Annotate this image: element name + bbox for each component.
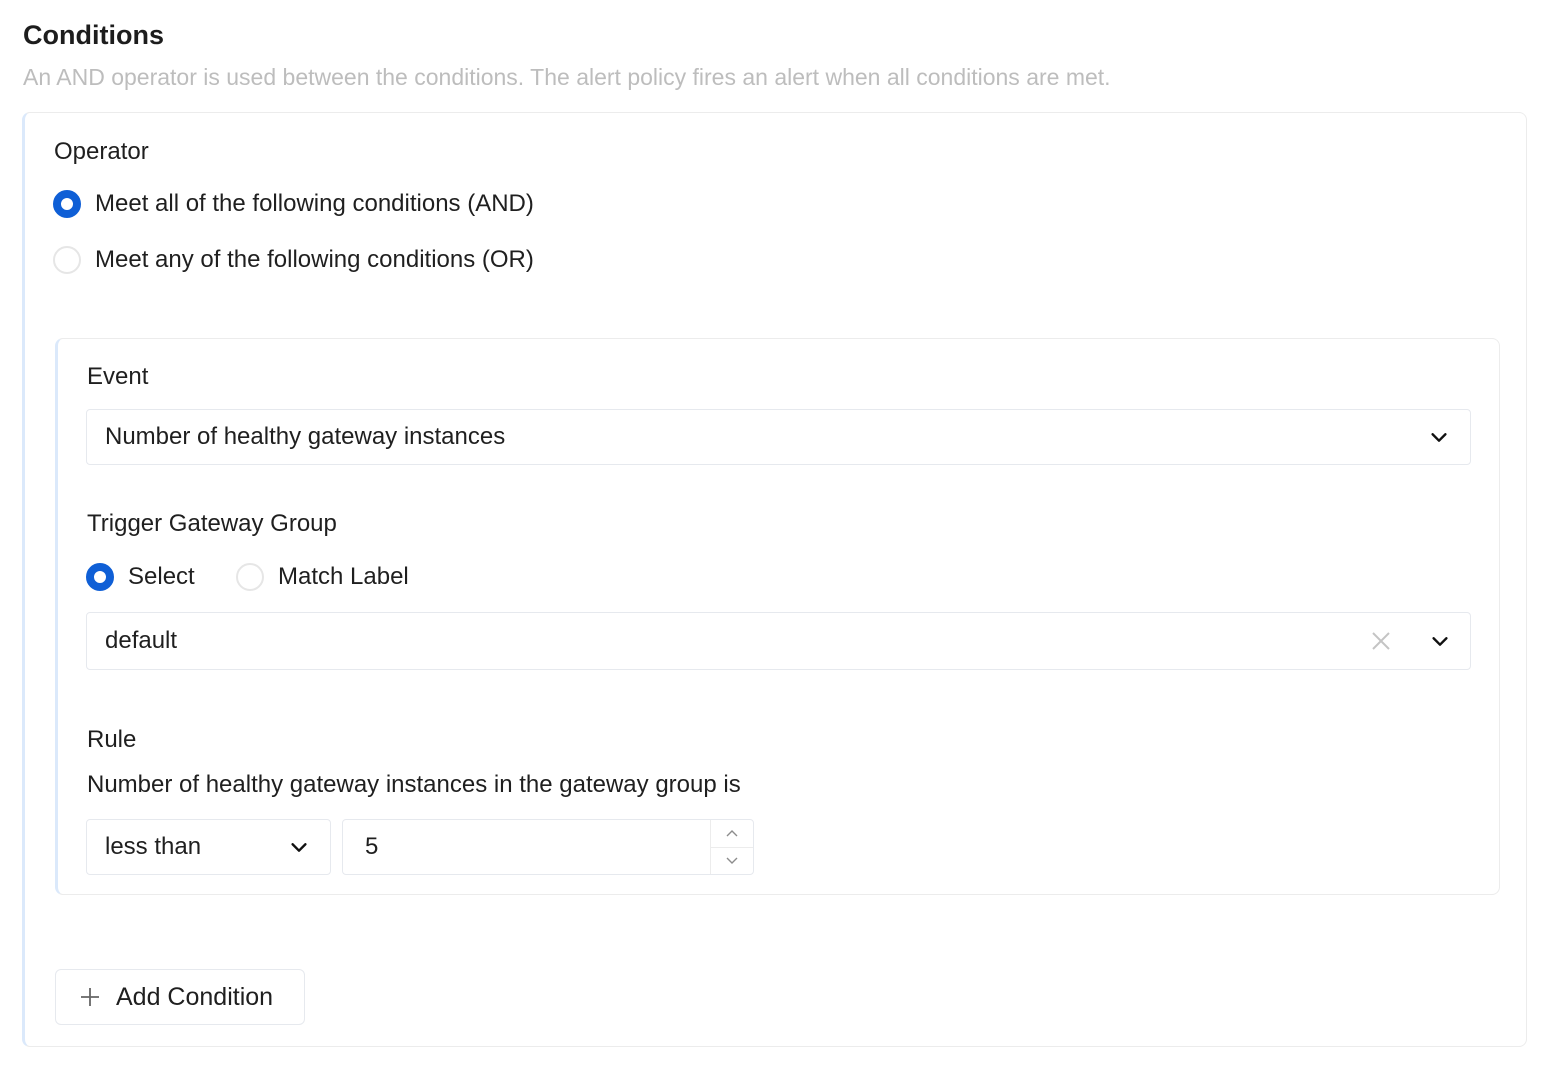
- chevron-down-icon: [726, 857, 738, 864]
- add-condition-label: Add Condition: [116, 982, 274, 1011]
- radio-or[interactable]: [53, 246, 81, 274]
- conditions-card: Operator Meet all of the following condi…: [22, 112, 1527, 1047]
- comparator-select[interactable]: less than: [86, 819, 331, 875]
- threshold-input-value[interactable]: 5: [343, 820, 710, 874]
- event-select-value: Number of healthy gateway instances: [105, 423, 506, 450]
- operator-option-or[interactable]: Meet any of the following conditions (OR…: [53, 246, 534, 274]
- radio-match-label[interactable]: [236, 563, 264, 591]
- gateway-group-select[interactable]: default: [86, 612, 1471, 670]
- chevron-up-icon: [726, 830, 738, 837]
- trigger-gateway-group-label: Trigger Gateway Group: [87, 510, 337, 537]
- increment-button[interactable]: [711, 820, 753, 847]
- plus-icon: [81, 988, 99, 1006]
- comparator-select-value: less than: [105, 833, 202, 860]
- trigger-mode-match-label-label: Match Label: [278, 563, 409, 590]
- operator-label: Operator: [54, 138, 149, 165]
- section-description: An AND operator is used between the cond…: [23, 64, 1111, 90]
- operator-option-and-label: Meet all of the following conditions (AN…: [95, 190, 534, 217]
- operator-option-or-label: Meet any of the following conditions (OR…: [95, 246, 534, 273]
- chevron-down-icon: [1432, 637, 1448, 646]
- rule-label: Rule: [87, 726, 137, 753]
- gateway-group-select-value: default: [105, 627, 178, 654]
- threshold-input[interactable]: 5: [342, 819, 754, 875]
- event-label: Event: [87, 363, 149, 390]
- condition-card: Event Number of healthy gateway instance…: [55, 338, 1500, 895]
- operator-option-and[interactable]: Meet all of the following conditions (AN…: [53, 190, 534, 218]
- chevron-down-icon: [1431, 433, 1447, 442]
- radio-and[interactable]: [53, 190, 81, 218]
- chevron-down-icon: [291, 843, 307, 852]
- trigger-mode-match-label[interactable]: Match Label: [236, 563, 409, 591]
- trigger-mode-select[interactable]: Select: [86, 563, 195, 591]
- section-title: Conditions: [23, 20, 164, 50]
- decrement-button[interactable]: [711, 846, 753, 875]
- close-icon[interactable]: [1369, 629, 1393, 653]
- radio-select[interactable]: [86, 563, 114, 591]
- event-select[interactable]: Number of healthy gateway instances: [86, 409, 1471, 465]
- trigger-mode-select-label: Select: [128, 563, 195, 590]
- threshold-stepper[interactable]: [710, 820, 753, 874]
- add-condition-button[interactable]: Add Condition: [55, 969, 305, 1025]
- rule-description: Number of healthy gateway instances in t…: [87, 771, 741, 798]
